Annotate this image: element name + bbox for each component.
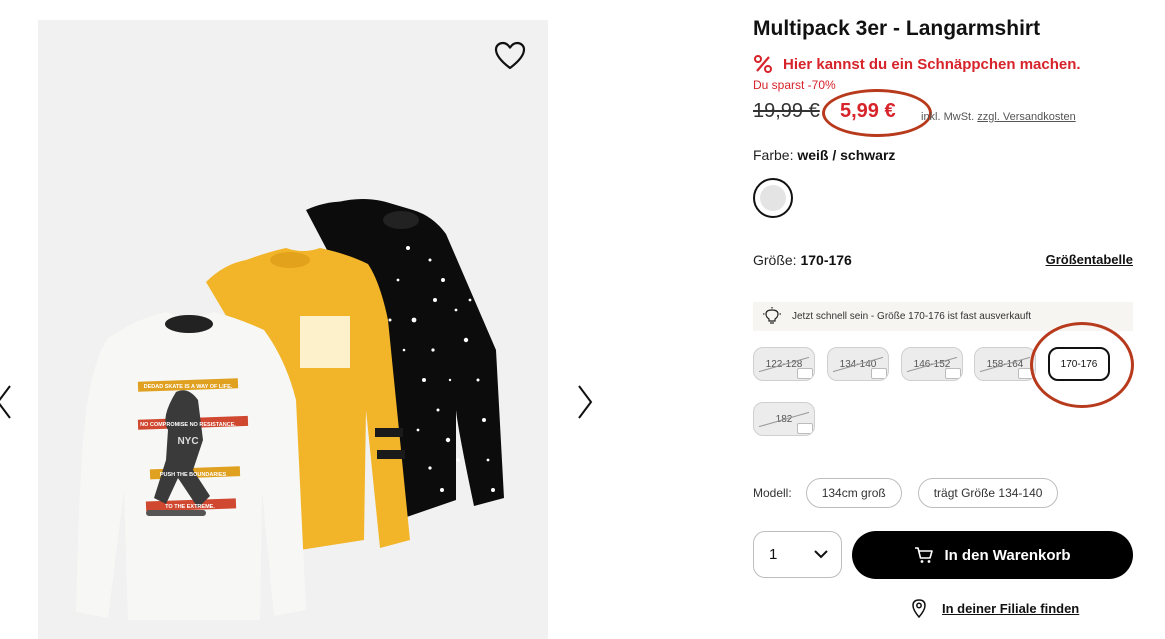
heart-icon[interactable] [493,40,527,72]
notify-icon [871,368,887,379]
chevron-right-icon[interactable] [574,382,596,422]
white-shirt [76,312,306,620]
chevron-left-icon[interactable] [0,382,16,422]
percent-icon [754,55,772,73]
size-chip-134-140[interactable]: 134-140 [827,347,889,381]
size-value: 170-176 [800,252,852,268]
color-value: weiß / schwarz [797,147,896,163]
tax-info: inkl. MwSt. zzgl. Versandkosten [921,111,1076,123]
notify-icon [1018,368,1034,379]
size-chip-122-128[interactable]: 122-128 [753,347,815,381]
shipping-link[interactable]: zzgl. Versandkosten [977,111,1075,123]
color-label-row: Farbe: weiß / schwarz [753,147,895,163]
lightbulb-icon [763,306,781,324]
deal-text: Hier kannst du ein Schnäppchen machen. [783,55,1081,73]
quantity-select[interactable]: 1 [753,531,842,578]
size-chip-label: 170-176 [1060,358,1098,370]
print-text-3: PUSH THE BOUNDARIES [160,472,227,478]
color-label: Farbe: [753,147,794,163]
deal-banner: Hier kannst du ein Schnäppchen machen. [753,54,1081,74]
add-to-cart-label: In den Warenkorb [944,546,1071,564]
old-price: 19,99 € [753,100,820,122]
model-height-pill: 134cm groß [805,478,902,508]
size-label: Größe: [753,252,797,268]
product-image[interactable]: DEDAD SKATE IS A WAY OF LIFE. NO COMPROM… [38,20,548,639]
notify-icon [945,368,961,379]
location-pin-icon [912,599,926,618]
sale-price: 5,99 € [840,100,896,122]
cart-icon [915,547,934,563]
savings-text: Du sparst -70% [753,78,836,92]
size-chip-170-176[interactable]: 170-176 [1048,347,1110,381]
swatch-dot [760,185,786,211]
add-to-cart-button[interactable]: In den Warenkorb [852,531,1133,579]
size-label-row: Größe: 170-176 Größentabelle [753,252,1133,268]
size-chip-146-152[interactable]: 146-152 [901,347,963,381]
color-swatch-white-black[interactable] [753,178,793,218]
find-store-link[interactable]: In deiner Filiale finden [910,598,1079,618]
print-text-nyc: NYC [177,436,198,447]
print-text-1: DEDAD SKATE IS A WAY OF LIFE. [144,384,233,390]
model-label: Modell: [753,486,792,500]
stock-hint-text: Jetzt schnell sein - Größe 170-176 ist f… [792,311,1031,322]
find-store-label: In deiner Filiale finden [942,600,1080,616]
print-text-2: NO COMPROMISE NO RESISTANCE. [140,422,236,428]
chevron-down-icon [814,550,828,559]
size-chip-158-164[interactable]: 158-164 [974,347,1036,381]
model-info: Modell: 134cm groß trägt Größe 134-140 [753,478,1074,508]
notify-icon [797,423,813,434]
product-title: Multipack 3er - Langarmshirt [753,17,1041,40]
notify-icon [797,368,813,379]
size-chart-link[interactable]: Größentabelle [1046,252,1133,267]
quantity-value: 1 [769,546,778,563]
print-text-4: TO THE EXTREME. [165,504,215,510]
size-chip-182[interactable]: 182 [753,402,815,436]
stock-hint: Jetzt schnell sein - Größe 170-176 ist f… [753,302,1133,331]
tax-prefix: inkl. MwSt. [921,111,975,123]
model-size-pill: trägt Größe 134-140 [917,478,1059,508]
product-info: Multipack 3er - Langarmshirt Hier kannst… [753,0,1134,639]
